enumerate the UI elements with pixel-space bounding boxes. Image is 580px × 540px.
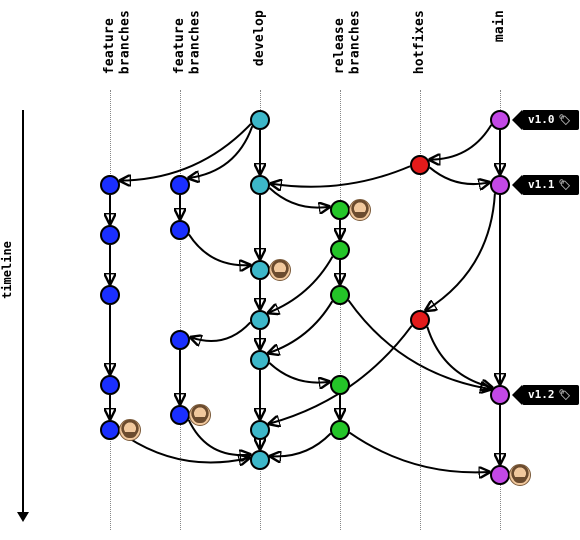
commit-f2b: [170, 220, 190, 240]
edge-h2-m2: [427, 327, 492, 388]
edge-h1-d1: [271, 166, 410, 187]
commit-f2d: [170, 405, 190, 425]
commit-m0: [490, 110, 510, 130]
edge-r5-d6: [270, 434, 330, 457]
edge-m1-h2: [426, 194, 495, 311]
commit-f1d: [100, 375, 120, 395]
tag-icon: 🏷: [559, 111, 572, 131]
edge-f2b-d2: [189, 234, 250, 265]
commit-d3: [250, 310, 270, 330]
commit-r4: [330, 375, 350, 395]
commit-d2: [250, 260, 270, 280]
commit-h1: [410, 155, 430, 175]
commit-d6: [250, 450, 270, 470]
commit-r1: [330, 200, 350, 220]
author-avatar: [349, 199, 371, 221]
commit-f1e: [100, 420, 120, 440]
edge-d0-f1a: [120, 124, 251, 181]
gitflow-diagram: timeline feature branchesfeature branche…: [0, 0, 580, 540]
author-avatar: [269, 259, 291, 281]
commit-d1: [250, 175, 270, 195]
commit-d0: [250, 110, 270, 130]
edge-d3-f2c: [191, 322, 251, 341]
tag-icon: 🏷: [559, 386, 572, 406]
edge-m0-h1: [430, 125, 492, 160]
commit-d4: [250, 350, 270, 370]
tag-v1-0: v1.0🏷: [522, 110, 579, 130]
edge-h1-m1: [430, 167, 490, 184]
commit-m2: [490, 385, 510, 405]
tag-icon: 🏷: [559, 176, 572, 196]
commit-f1a: [100, 175, 120, 195]
commit-r5: [330, 420, 350, 440]
commit-r2: [330, 240, 350, 260]
tag-v1-2: v1.2🏷: [522, 385, 579, 405]
edge-d1-r1: [270, 188, 330, 208]
commit-f2a: [170, 175, 190, 195]
edge-r5-m3: [350, 433, 490, 473]
author-avatar: [189, 404, 211, 426]
commit-f1c: [100, 285, 120, 305]
author-avatar: [119, 419, 141, 441]
author-avatar: [509, 464, 531, 486]
edge-d0-f2a: [189, 126, 253, 178]
commit-h2: [410, 310, 430, 330]
commit-r3: [330, 285, 350, 305]
commit-m3: [490, 465, 510, 485]
commit-m1: [490, 175, 510, 195]
edge-f1e-d6: [120, 432, 249, 462]
commit-f2c: [170, 330, 190, 350]
commit-f1b: [100, 225, 120, 245]
edge-d4-r4: [270, 363, 330, 383]
commit-d5: [250, 420, 270, 440]
tag-v1-1: v1.1🏷: [522, 175, 579, 195]
